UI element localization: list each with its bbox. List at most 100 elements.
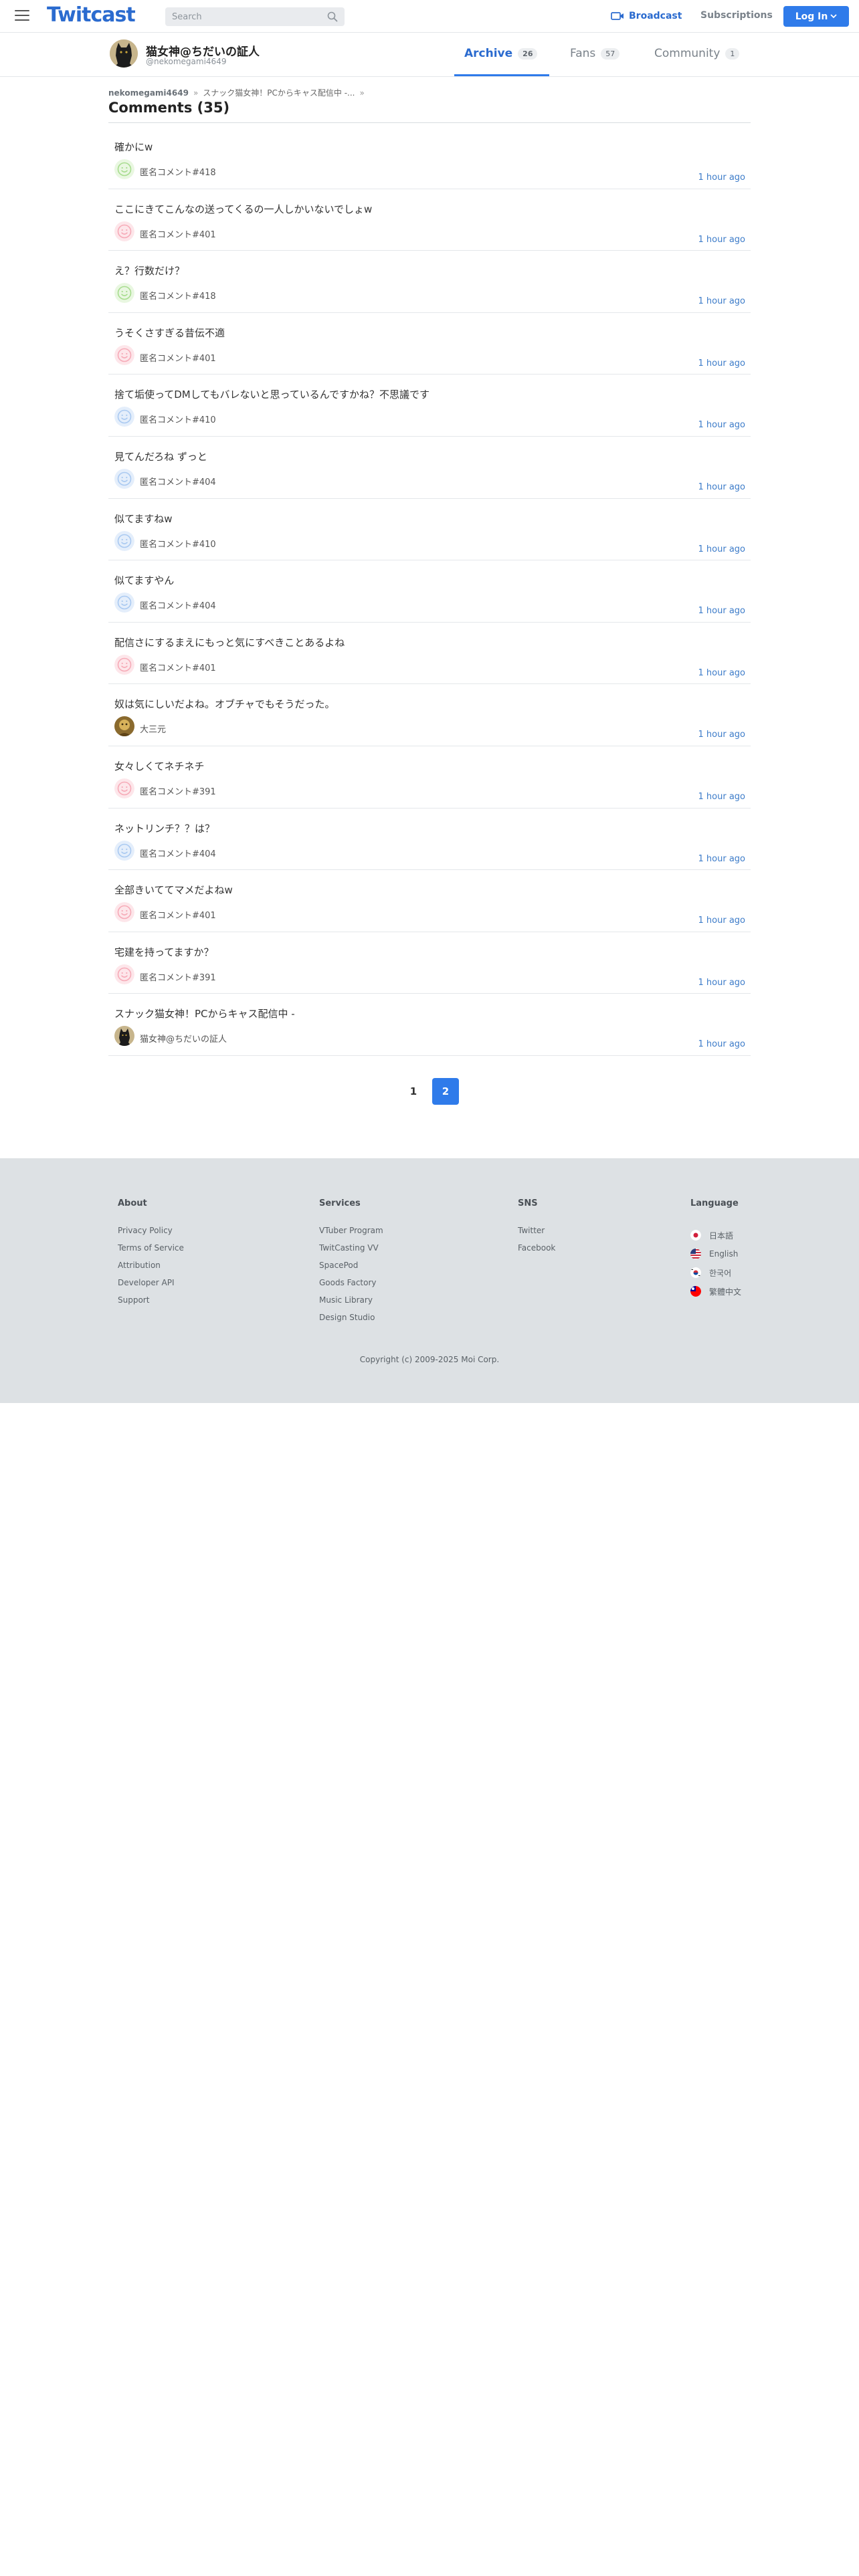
comment-author[interactable]: 匿名コメント#391 [140,784,216,797]
tab-fans[interactable]: Fans 57 [570,47,620,60]
breadcrumb-user[interactable]: nekomegami4649 [108,88,189,98]
comment-item: スナック猫女神！PCからキャス配信中 - 猫女神@ちだいの証人 1 hour a… [108,994,751,1056]
broadcast-button[interactable]: Broadcast [611,9,682,23]
comment-timestamp[interactable]: 1 hour ago [698,978,745,988]
flag-taiwan-icon [690,1286,701,1297]
page-button-1[interactable]: 1 [400,1078,427,1105]
comment-text: 似てますねw [114,512,173,525]
chevron-down-icon [830,14,837,19]
comment-timestamp[interactable]: 1 hour ago [698,1039,745,1049]
comment-text: うそくさすぎる昔伝不適 [114,326,225,339]
comment-timestamp[interactable]: 1 hour ago [698,173,745,183]
user-avatar[interactable] [114,593,134,613]
breadcrumb: nekomegami4649 » スナック猫女神！PCからキャス配信中 -...… [108,87,369,98]
comment-item: 確かにw 匿名コメント#418 1 hour ago [108,127,751,189]
comment-author[interactable]: 匿名コメント#401 [140,661,216,673]
user-avatar[interactable] [114,283,134,304]
language-label: 日本語 [709,1230,734,1241]
footer-link-terms[interactable]: Terms of Service [118,1243,184,1261]
subscriptions-link[interactable]: Subscriptions [700,10,773,21]
comment-timestamp[interactable]: 1 hour ago [698,296,745,306]
user-avatar[interactable] [114,530,134,551]
user-avatar[interactable] [114,468,134,489]
footer-link-music-library[interactable]: Music Library [319,1295,383,1313]
user-avatar[interactable] [114,840,134,861]
comment-author[interactable]: 匿名コメント#410 [140,537,216,550]
footer-link-facebook[interactable]: Facebook [518,1243,555,1261]
breadcrumb-stream[interactable]: スナック猫女神！PCからキャス配信中 -... [203,87,355,98]
profile-avatar[interactable] [110,39,138,68]
active-tab-indicator [454,74,549,76]
tab-label: Fans [570,47,596,60]
comment-item: 見てんだろね ずっと 匿名コメント#404 1 hour ago [108,437,751,499]
footer-link-goods-factory[interactable]: Goods Factory [319,1278,383,1295]
user-avatar[interactable] [114,159,134,179]
broadcast-label: Broadcast [629,11,682,21]
comment-text: ネットリンチ？？は？ [114,822,215,835]
user-avatar[interactable] [114,778,134,798]
comment-timestamp[interactable]: 1 hour ago [698,482,745,492]
footer-link-spacepod[interactable]: SpacePod [319,1261,383,1278]
comment-timestamp[interactable]: 1 hour ago [698,544,745,554]
language-korean[interactable]: 한국어 [690,1263,741,1282]
login-button[interactable]: Log In [783,6,849,27]
comment-timestamp[interactable]: 1 hour ago [698,420,745,430]
footer-link-support[interactable]: Support [118,1295,184,1313]
user-avatar[interactable] [114,344,134,365]
search-icon[interactable] [327,11,338,22]
user-avatar[interactable] [114,407,134,427]
comment-author[interactable]: 匿名コメント#418 [140,289,216,302]
comment-list: 確かにw 匿名コメント#418 1 hour ago ここにきてこんなの送ってく… [108,127,751,1056]
page-button-2[interactable]: 2 [432,1078,459,1105]
comment-text: 捨て垢使ってDMしてもバレないと思っているんですかね？不思議です [114,389,430,401]
tab-community[interactable]: Community 1 [654,47,740,60]
user-avatar[interactable] [114,1026,134,1047]
footer-link-design-studio[interactable]: Design Studio [319,1313,383,1330]
comment-author[interactable]: 匿名コメント#404 [140,599,216,611]
flag-korea-icon [690,1267,701,1278]
comment-author[interactable]: 匿名コメント#418 [140,165,216,178]
comment-author[interactable]: 大三元 [140,722,166,735]
tab-count: 57 [601,47,620,60]
copyright: Copyright (c) 2009-2025 Moi Corp. [359,1355,500,1364]
comment-author[interactable]: 匿名コメント#401 [140,227,216,240]
comment-author[interactable]: 匿名コメント#410 [140,413,216,425]
comment-item: え？行数だけ？ 匿名コメント#418 1 hour ago [108,251,751,313]
language-japanese[interactable]: 日本語 [690,1226,741,1245]
footer-link-twitter[interactable]: Twitter [518,1226,555,1243]
comment-timestamp[interactable]: 1 hour ago [698,730,745,740]
comment-text: 奴は気にしいだよね。オブチャでもそうだった。 [114,698,335,711]
footer-link-developer-api[interactable]: Developer API [118,1278,184,1295]
comment-timestamp[interactable]: 1 hour ago [698,854,745,864]
comment-timestamp[interactable]: 1 hour ago [698,358,745,368]
footer-link-privacy[interactable]: Privacy Policy [118,1226,184,1243]
user-avatar[interactable] [114,221,134,241]
comment-author[interactable]: 匿名コメント#404 [140,475,216,488]
footer-link-vtuber[interactable]: VTuber Program [319,1226,383,1243]
comment-author[interactable]: 匿名コメント#391 [140,970,216,983]
comment-item: 全部きいててマメだよねw 匿名コメント#401 1 hour ago [108,870,751,932]
user-avatar[interactable] [114,902,134,923]
user-avatar[interactable] [114,654,134,675]
twitcast-logo[interactable]: Twitcast [47,3,136,27]
search-input[interactable] [165,7,319,26]
comment-author[interactable]: 猫女神@ちだいの証人 [140,1032,227,1045]
footer-link-attribution[interactable]: Attribution [118,1261,184,1278]
language-traditional-chinese[interactable]: 繁體中文 [690,1282,741,1301]
comment-timestamp[interactable]: 1 hour ago [698,916,745,926]
comment-timestamp[interactable]: 1 hour ago [698,668,745,678]
comment-author[interactable]: 匿名コメント#401 [140,351,216,364]
language-english[interactable]: English [690,1245,741,1263]
user-avatar[interactable] [114,716,134,737]
hamburger-menu-icon[interactable] [15,10,29,22]
comment-timestamp[interactable]: 1 hour ago [698,235,745,245]
comment-author[interactable]: 匿名コメント#401 [140,908,216,921]
comment-author[interactable]: 匿名コメント#404 [140,847,216,859]
comment-timestamp[interactable]: 1 hour ago [698,792,745,802]
user-avatar[interactable] [114,964,134,984]
comment-timestamp[interactable]: 1 hour ago [698,606,745,616]
comment-item: ここにきてこんなの送ってくるの一人しかいないでしょw 匿名コメント#401 1 … [108,189,751,251]
tab-archive[interactable]: Archive 26 [464,47,538,60]
page-title: Comments (35) [108,100,230,116]
footer-link-twitcasting-vv[interactable]: TwitCasting VV [319,1243,383,1261]
